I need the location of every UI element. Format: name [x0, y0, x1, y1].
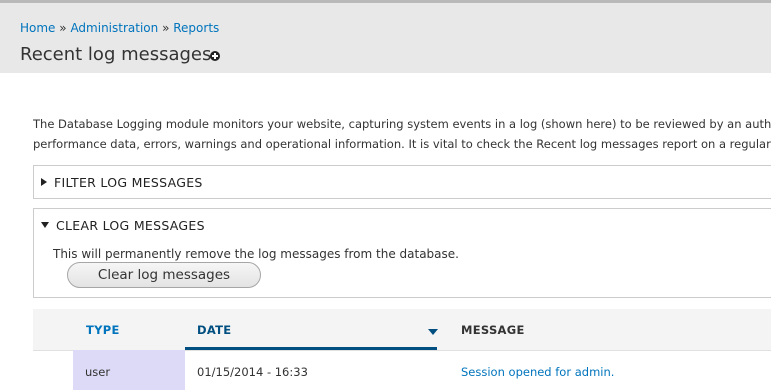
filter-legend-label: FILTER LOG MESSAGES — [54, 175, 203, 190]
column-header-date[interactable]: DATE — [197, 323, 231, 337]
table-header: TYPE DATE MESSAGE — [33, 309, 771, 351]
date-cell: 01/15/2014 - 16:33 — [197, 365, 308, 379]
clear-legend-label: CLEAR LOG MESSAGES — [56, 218, 205, 233]
plus-circle-icon[interactable] — [210, 51, 220, 61]
table-row: user 01/15/2014 - 16:33 Session opened f… — [33, 350, 771, 390]
clear-log-messages-fieldset: CLEAR LOG MESSAGES This will permanently… — [33, 208, 771, 298]
breadcrumb-administration-link[interactable]: Administration — [70, 21, 158, 35]
breadcrumb-separator: » — [59, 21, 67, 35]
description-line: performance data, errors, warnings and o… — [33, 137, 771, 151]
sort-descending-icon[interactable] — [428, 329, 438, 335]
breadcrumb-reports-link[interactable]: Reports — [173, 21, 219, 35]
clear-log-messages-button[interactable]: Clear log messages — [67, 262, 261, 288]
column-header-type[interactable]: TYPE — [86, 323, 120, 337]
message-link[interactable]: Session opened for admin. — [461, 365, 614, 379]
page-header: Home » Administration » Reports Recent l… — [0, 3, 771, 73]
filter-log-messages-toggle[interactable]: FILTER LOG MESSAGES — [41, 175, 203, 190]
triangle-down-icon — [41, 222, 49, 228]
clear-description: This will permanently remove the log mes… — [53, 247, 459, 261]
triangle-right-icon — [41, 178, 47, 186]
breadcrumb-home-link[interactable]: Home — [20, 21, 55, 35]
breadcrumb: Home » Administration » Reports — [20, 21, 219, 35]
page-description: The Database Logging module monitors you… — [33, 114, 771, 154]
clear-log-messages-toggle[interactable]: CLEAR LOG MESSAGES — [41, 218, 205, 233]
description-line: The Database Logging module monitors you… — [33, 117, 771, 131]
column-header-message: MESSAGE — [461, 323, 525, 337]
type-value: user — [85, 365, 111, 379]
page-title: Recent log messages — [20, 44, 212, 65]
filter-log-messages-fieldset: FILTER LOG MESSAGES — [33, 165, 771, 199]
breadcrumb-separator: » — [162, 21, 170, 35]
type-cell: user — [73, 350, 185, 390]
